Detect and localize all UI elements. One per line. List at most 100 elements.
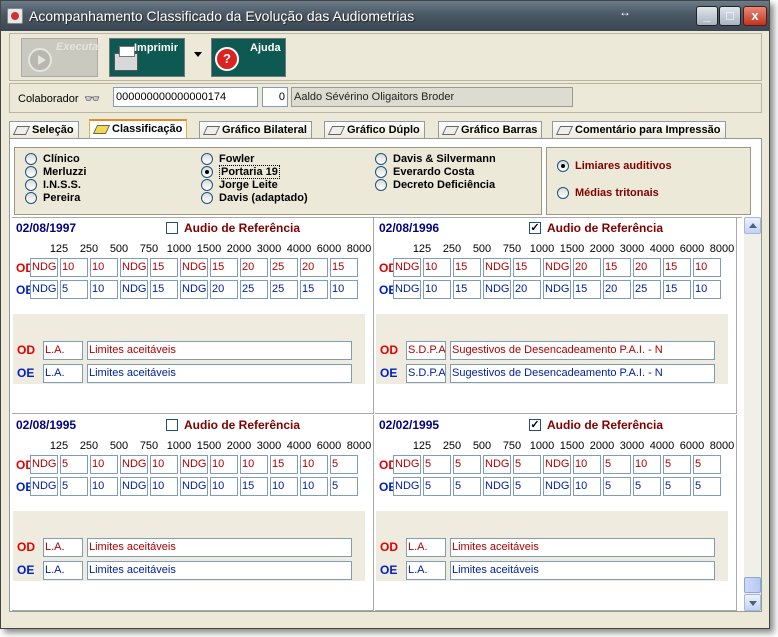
od-value-cell[interactable]: 20 bbox=[300, 258, 328, 277]
od-value-cell[interactable]: 5 bbox=[60, 455, 88, 474]
tab-classificacao[interactable]: Classificação bbox=[89, 119, 188, 139]
colaborador-code-field[interactable]: 000000000000000174 bbox=[113, 87, 258, 107]
od-value-cell[interactable]: 10 bbox=[90, 258, 118, 277]
od-value-cell[interactable]: 10 bbox=[693, 258, 721, 277]
od-value-cell[interactable]: 15 bbox=[603, 258, 631, 277]
od-value-cell[interactable]: 5 bbox=[330, 455, 358, 474]
oe-value-cell[interactable]: 10 bbox=[90, 477, 118, 496]
radio-davis-silvermann[interactable]: Davis & Silvermann bbox=[375, 153, 496, 166]
oe-value-cell[interactable]: NDG bbox=[543, 280, 571, 299]
od-value-cell[interactable]: 15 bbox=[330, 258, 358, 277]
oe-code-field[interactable]: L.A. bbox=[43, 364, 83, 383]
od-value-cell[interactable]: NDG bbox=[30, 258, 58, 277]
od-description-field[interactable]: Limites aceitáveis bbox=[450, 538, 715, 557]
oe-value-cell[interactable]: 10 bbox=[300, 477, 328, 496]
radio-pereira[interactable]: Pereira bbox=[25, 192, 80, 205]
od-value-cell[interactable]: 5 bbox=[663, 455, 691, 474]
oe-value-cell[interactable]: NDG bbox=[483, 280, 511, 299]
oe-value-cell[interactable]: 10 bbox=[423, 280, 451, 299]
od-value-cell[interactable]: NDG bbox=[483, 455, 511, 474]
od-value-cell[interactable]: NDG bbox=[30, 455, 58, 474]
od-value-cell[interactable]: NDG bbox=[543, 455, 571, 474]
ajuda-button[interactable]: ? Ajuda bbox=[211, 38, 286, 77]
od-value-cell[interactable]: 10 bbox=[240, 455, 268, 474]
oe-description-field[interactable]: Limites aceitáveis bbox=[87, 364, 352, 383]
od-value-cell[interactable]: NDG bbox=[483, 258, 511, 277]
tab-grafico-bilateral[interactable]: Gráfico Bilateral bbox=[199, 121, 312, 139]
od-value-cell[interactable]: NDG bbox=[120, 455, 148, 474]
radio-limiares-auditivos[interactable]: Limiares auditivos bbox=[557, 160, 672, 173]
od-value-cell[interactable]: 5 bbox=[423, 455, 451, 474]
oe-value-cell[interactable]: 5 bbox=[60, 280, 88, 299]
imprimir-button[interactable]: Imprimir bbox=[109, 38, 185, 77]
oe-value-cell[interactable]: 10 bbox=[270, 477, 298, 496]
od-value-cell[interactable]: 5 bbox=[603, 455, 631, 474]
oe-value-cell[interactable]: NDG bbox=[483, 477, 511, 496]
oe-value-cell[interactable]: 5 bbox=[693, 477, 721, 496]
oe-value-cell[interactable]: 20 bbox=[603, 280, 631, 299]
tab-comentario-impressao[interactable]: Comentário para Impressão bbox=[552, 121, 726, 139]
oe-value-cell[interactable]: 5 bbox=[330, 477, 358, 496]
reference-checkbox[interactable] bbox=[166, 222, 178, 234]
od-value-cell[interactable]: NDG bbox=[180, 258, 208, 277]
od-value-cell[interactable]: 10 bbox=[90, 455, 118, 474]
oe-value-cell[interactable]: 10 bbox=[90, 280, 118, 299]
od-code-field[interactable]: L.A. bbox=[406, 538, 446, 557]
od-value-cell[interactable]: 15 bbox=[513, 258, 541, 277]
radio-i-n-s-s-[interactable]: I.N.S.S. bbox=[25, 179, 81, 192]
scroll-down-button[interactable] bbox=[744, 594, 761, 611]
od-value-cell[interactable]: 10 bbox=[423, 258, 451, 277]
scroll-thumb[interactable] bbox=[744, 577, 761, 593]
od-description-field[interactable]: Limites aceitáveis bbox=[87, 341, 352, 360]
reference-checkbox[interactable]: ✓ bbox=[529, 419, 541, 431]
od-value-cell[interactable]: 10 bbox=[60, 258, 88, 277]
od-value-cell[interactable]: 10 bbox=[633, 455, 661, 474]
radio-everardo-costa[interactable]: Everardo Costa bbox=[375, 166, 474, 179]
oe-value-cell[interactable]: 5 bbox=[453, 477, 481, 496]
od-value-cell[interactable]: 20 bbox=[633, 258, 661, 277]
od-value-cell[interactable]: 10 bbox=[573, 455, 601, 474]
radio-decreto-defici-ncia[interactable]: Decreto Deficiência bbox=[375, 179, 495, 192]
od-code-field[interactable]: L.A. bbox=[43, 538, 83, 557]
oe-value-cell[interactable]: 10 bbox=[693, 280, 721, 299]
oe-value-cell[interactable]: 5 bbox=[513, 477, 541, 496]
oe-code-field[interactable]: L.A. bbox=[43, 561, 83, 580]
od-description-field[interactable]: Sugestivos de Desencadeamento P.A.I. - N bbox=[450, 341, 715, 360]
oe-value-cell[interactable]: 15 bbox=[150, 280, 178, 299]
oe-value-cell[interactable]: 25 bbox=[240, 280, 268, 299]
oe-value-cell[interactable]: 20 bbox=[513, 280, 541, 299]
oe-value-cell[interactable]: 5 bbox=[603, 477, 631, 496]
radio-jorge-leite[interactable]: Jorge Leite bbox=[201, 179, 278, 192]
radio-davis-adaptado-[interactable]: Davis (adaptado) bbox=[201, 192, 308, 205]
reference-checkbox[interactable] bbox=[166, 419, 178, 431]
colaborador-number-field[interactable]: 0 bbox=[262, 87, 288, 107]
oe-value-cell[interactable]: 10 bbox=[210, 477, 238, 496]
radio-cl-nico[interactable]: Clínico bbox=[25, 153, 80, 166]
oe-value-cell[interactable]: 10 bbox=[573, 477, 601, 496]
od-value-cell[interactable]: 5 bbox=[453, 455, 481, 474]
od-value-cell[interactable]: 10 bbox=[150, 455, 178, 474]
imprimir-dropdown-arrow-icon[interactable] bbox=[194, 52, 202, 57]
od-value-cell[interactable]: 15 bbox=[663, 258, 691, 277]
radio-merluzzi[interactable]: Merluzzi bbox=[25, 166, 86, 179]
oe-value-cell[interactable]: NDG bbox=[393, 477, 421, 496]
od-value-cell[interactable]: 15 bbox=[453, 258, 481, 277]
executar-button[interactable]: Executar bbox=[21, 38, 102, 77]
oe-code-field[interactable]: L.A. bbox=[406, 561, 446, 580]
oe-value-cell[interactable]: 5 bbox=[60, 477, 88, 496]
oe-value-cell[interactable]: 5 bbox=[633, 477, 661, 496]
oe-value-cell[interactable]: NDG bbox=[120, 477, 148, 496]
binoculars-icon[interactable]: 👓 bbox=[84, 91, 100, 107]
tab-grafico-duplo[interactable]: Gráfico Dúplo bbox=[324, 121, 425, 139]
oe-value-cell[interactable]: 20 bbox=[210, 280, 238, 299]
od-value-cell[interactable]: NDG bbox=[180, 455, 208, 474]
close-button[interactable]: x bbox=[743, 6, 767, 26]
oe-value-cell[interactable]: NDG bbox=[30, 477, 58, 496]
radio-medias-tritonais[interactable]: Médias tritonais bbox=[557, 187, 659, 200]
oe-value-cell[interactable]: 15 bbox=[300, 280, 328, 299]
oe-value-cell[interactable]: NDG bbox=[543, 477, 571, 496]
od-value-cell[interactable]: 20 bbox=[573, 258, 601, 277]
od-description-field[interactable]: Limites aceitáveis bbox=[87, 538, 352, 557]
oe-value-cell[interactable]: 10 bbox=[330, 280, 358, 299]
od-value-cell[interactable]: 25 bbox=[270, 258, 298, 277]
